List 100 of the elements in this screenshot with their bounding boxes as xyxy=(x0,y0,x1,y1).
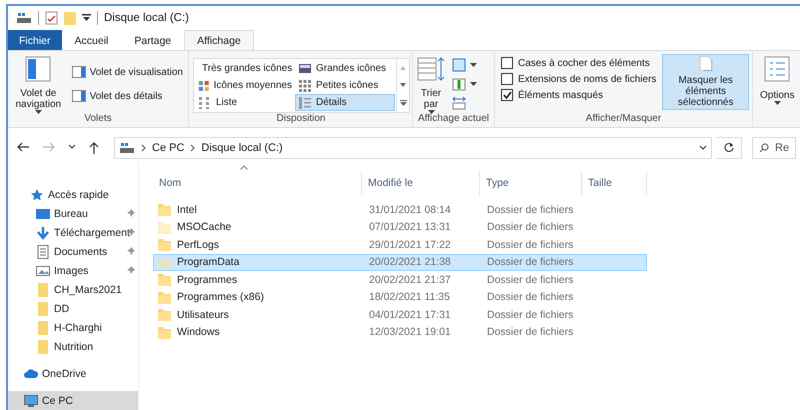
document-icon xyxy=(36,244,50,258)
group-by-icon xyxy=(452,58,466,72)
group-label: Volets xyxy=(83,112,113,126)
caret-icon xyxy=(34,110,42,114)
ribbon-tab[interactable]: Fichier xyxy=(8,30,62,50)
sidebar-item[interactable]: OneDrive xyxy=(8,364,138,383)
group-by-button[interactable] xyxy=(450,56,479,74)
details-icon xyxy=(298,96,312,110)
date-cell-text: 20/02/2021 21:38 xyxy=(368,256,452,268)
checkbox[interactable] xyxy=(501,89,513,101)
chevron-down-icon[interactable] xyxy=(699,145,707,151)
sidebar-item[interactable]: Documents xyxy=(8,242,138,261)
type-cell-text: Dossier de fichiers xyxy=(486,308,574,321)
column-header[interactable]: Modifié le xyxy=(362,171,480,195)
sidebar-item[interactable]: Images xyxy=(8,261,138,280)
folder-icon xyxy=(36,282,50,296)
column-header[interactable]: Nom xyxy=(153,171,362,195)
pane-icon xyxy=(72,66,86,78)
chevron-right-icon xyxy=(141,144,146,152)
checkbox-label: Cases à cocher des éléments xyxy=(518,58,650,68)
date-cell-text: 18/02/2021 11:35 xyxy=(368,291,451,304)
cloud-icon xyxy=(24,366,38,380)
sidebar-item[interactable]: Nutrition xyxy=(8,337,138,356)
layout-option[interactable]: Détails xyxy=(295,94,395,111)
scroll-down-icon[interactable] xyxy=(400,82,406,86)
date-cell-text: 12/03/2021 19:01 xyxy=(368,326,452,338)
checkbox-label: Extensions de noms de fichiers xyxy=(518,74,656,84)
file-name: Utilisateurs xyxy=(177,308,229,321)
caret-icon xyxy=(470,82,477,86)
small-icons-icon xyxy=(298,78,312,92)
folder-icon xyxy=(36,302,50,316)
file-name: ProgramData xyxy=(177,256,240,268)
fit-columns-icon xyxy=(452,96,466,110)
pane-button[interactable]: Volet de visualisation xyxy=(70,64,185,80)
sidebar-item[interactable]: Téléchargement xyxy=(8,223,138,242)
window-title: Disque local (C:) xyxy=(104,12,189,24)
date-cell-text: 31/01/2021 08:14 xyxy=(368,204,452,216)
search-field[interactable]: Re xyxy=(752,137,796,159)
file-name: PerfLogs xyxy=(177,238,220,251)
date-cell-text: 04/01/2021 17:31 xyxy=(368,308,452,321)
ribbon-tab[interactable]: Accueil xyxy=(62,30,122,50)
breadcrumb[interactable]: Ce PC xyxy=(152,142,184,154)
layout-option[interactable]: Petites icônes xyxy=(295,77,395,94)
file-name: Intel xyxy=(177,204,197,216)
layout-option[interactable]: Très grandes icônes xyxy=(195,60,295,77)
download-icon xyxy=(36,226,50,240)
date-cell-text: 29/01/2021 17:22 xyxy=(368,238,452,251)
layout-option[interactable]: Grandes icônes xyxy=(295,60,395,77)
sidebar-item[interactable]: Accès rapide xyxy=(8,185,138,204)
desktop-icon xyxy=(36,206,50,220)
column-header[interactable]: Taille xyxy=(582,171,647,195)
sort-by-icon xyxy=(417,56,445,82)
expand-gallery-icon[interactable] xyxy=(400,100,406,106)
customize-icon[interactable] xyxy=(82,14,91,22)
layout-option[interactable]: Liste xyxy=(195,94,295,111)
checkbox[interactable] xyxy=(501,57,513,69)
breadcrumb[interactable]: Disque local (C:) xyxy=(201,142,283,154)
address-bar[interactable]: Ce PC Disque local (C:) xyxy=(114,137,712,159)
medium-icons-icon xyxy=(198,78,210,92)
group-label: Afficher/Masquer xyxy=(584,112,662,126)
columns-icon xyxy=(452,77,466,91)
caret-icon xyxy=(470,63,477,67)
type-cell-text: Dossier de fichiers xyxy=(486,274,574,286)
checkbox[interactable] xyxy=(501,73,513,85)
options-button[interactable]: Options xyxy=(759,54,796,107)
sidebar-item[interactable]: DD xyxy=(8,299,138,318)
options-icon xyxy=(764,56,790,82)
properties-icon[interactable] xyxy=(45,11,58,25)
up-icon[interactable] xyxy=(88,141,100,155)
chevron-right-icon xyxy=(190,144,196,152)
ribbon-tab[interactable]: Partage xyxy=(121,30,184,50)
navigation-pane-button[interactable]: Volet de navigation xyxy=(11,54,66,116)
sidebar-item[interactable]: Bureau xyxy=(8,204,138,223)
check-icon xyxy=(502,91,512,99)
folder-icon xyxy=(36,340,50,354)
date-cell-text: 07/01/2021 13:31 xyxy=(368,221,452,234)
search-icon xyxy=(759,143,769,153)
sidebar-item[interactable]: CH_Mars2021 xyxy=(8,280,138,299)
selected-row[interactable]: ProgramData 20/02/2021 21:38 Dossier de fichiers xyxy=(153,254,647,271)
sidebar-item[interactable]: Ce PC xyxy=(8,391,138,410)
file-name: Windows xyxy=(177,326,220,338)
list-icon xyxy=(198,96,212,110)
hide-selected-button[interactable]: Masquer les éléments sélectionnés xyxy=(662,54,749,110)
type-cell-text: Dossier de fichiers xyxy=(486,221,574,234)
picture-icon xyxy=(36,264,50,278)
layout-option[interactable]: Icônes moyennes xyxy=(195,77,295,94)
drive-icon xyxy=(119,142,135,154)
refresh-button[interactable] xyxy=(716,137,742,159)
file-name: Programmes (x86) xyxy=(177,291,264,304)
ribbon-tab[interactable]: Affichage xyxy=(184,30,254,50)
sidebar-item[interactable]: H-Charghi xyxy=(8,318,138,337)
caret-icon xyxy=(428,110,434,114)
pane-button[interactable]: Volet des détails xyxy=(70,88,185,104)
drive-icon[interactable] xyxy=(16,12,32,24)
pin-icon xyxy=(126,266,135,275)
column-header[interactable]: Type xyxy=(480,171,582,195)
type-cell-text: Dossier de fichiers xyxy=(486,238,574,251)
star-icon xyxy=(30,188,44,202)
large-icons-icon xyxy=(298,62,312,76)
type-cell-text: Dossier de fichiers xyxy=(486,326,574,338)
